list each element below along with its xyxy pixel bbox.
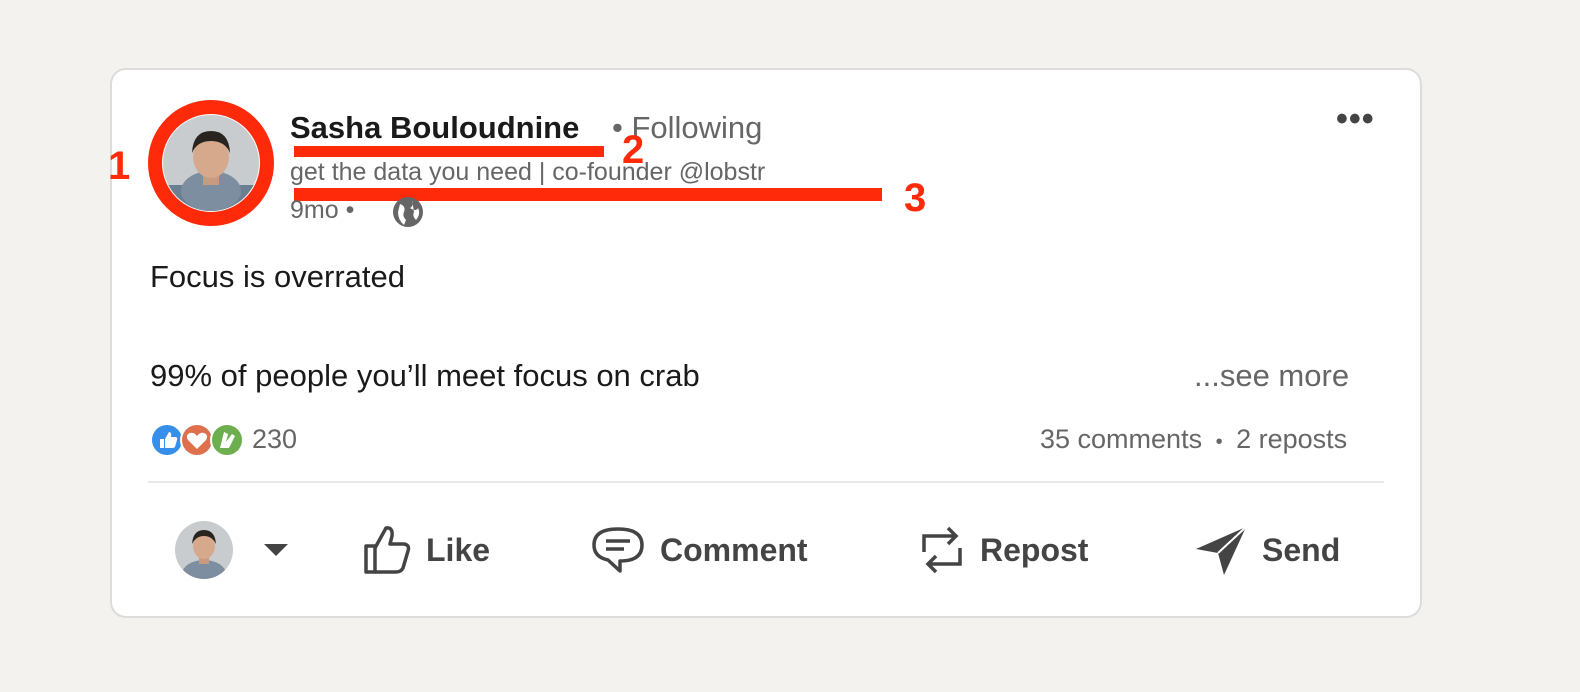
name-underline-marker <box>294 146 604 157</box>
comment-icon <box>592 527 644 573</box>
repost-button[interactable]: Repost <box>918 520 1088 580</box>
reaction-avatar-selector[interactable] <box>174 520 304 580</box>
stats-separator: • <box>1215 431 1223 453</box>
post-stats: 35 comments • 2 reposts <box>1040 424 1347 455</box>
love-reaction-icon <box>180 423 214 457</box>
repost-label: Repost <box>980 531 1089 568</box>
like-label: Like <box>426 531 491 568</box>
author-headline: get the data you need | co-founder @lobs… <box>290 158 766 186</box>
headline-underline-marker <box>294 188 882 201</box>
thumbs-up-icon <box>364 526 411 574</box>
send-icon <box>1196 526 1247 575</box>
reposts-count-link[interactable]: 2 reposts <box>1236 424 1347 454</box>
post-text-line-2: 99% of people you’ll meet focus on crab <box>150 358 700 393</box>
caret-down-icon <box>264 544 288 556</box>
author-name[interactable]: Sasha Bouloudnine <box>290 110 579 146</box>
celebrate-reaction-icon <box>210 423 244 457</box>
author-avatar[interactable] <box>163 115 259 211</box>
send-button[interactable]: Send <box>1194 520 1340 580</box>
post-age: 9mo • <box>290 196 355 224</box>
annotation-number-3: 3 <box>904 176 927 220</box>
avatar-photo-icon <box>163 115 259 211</box>
globe-icon <box>390 194 426 235</box>
reaction-icons[interactable] <box>150 422 246 463</box>
send-label: Send <box>1262 531 1341 568</box>
post-text-line-1: Focus is overrated <box>150 259 405 294</box>
reactions-count[interactable]: 230 <box>252 424 297 455</box>
repost-icon <box>922 526 962 574</box>
like-button[interactable]: Like <box>362 520 490 580</box>
comment-label: Comment <box>660 531 808 568</box>
annotation-number-1: 1 <box>108 144 131 188</box>
comment-button[interactable]: Comment <box>590 520 808 580</box>
user-avatar-icon <box>175 521 233 579</box>
like-reaction-icon <box>150 423 184 457</box>
divider <box>148 481 1384 483</box>
more-options-icon[interactable]: ••• <box>1336 100 1375 139</box>
see-more-link[interactable]: ...see more <box>1194 358 1349 394</box>
comments-count-link[interactable]: 35 comments <box>1040 424 1202 454</box>
